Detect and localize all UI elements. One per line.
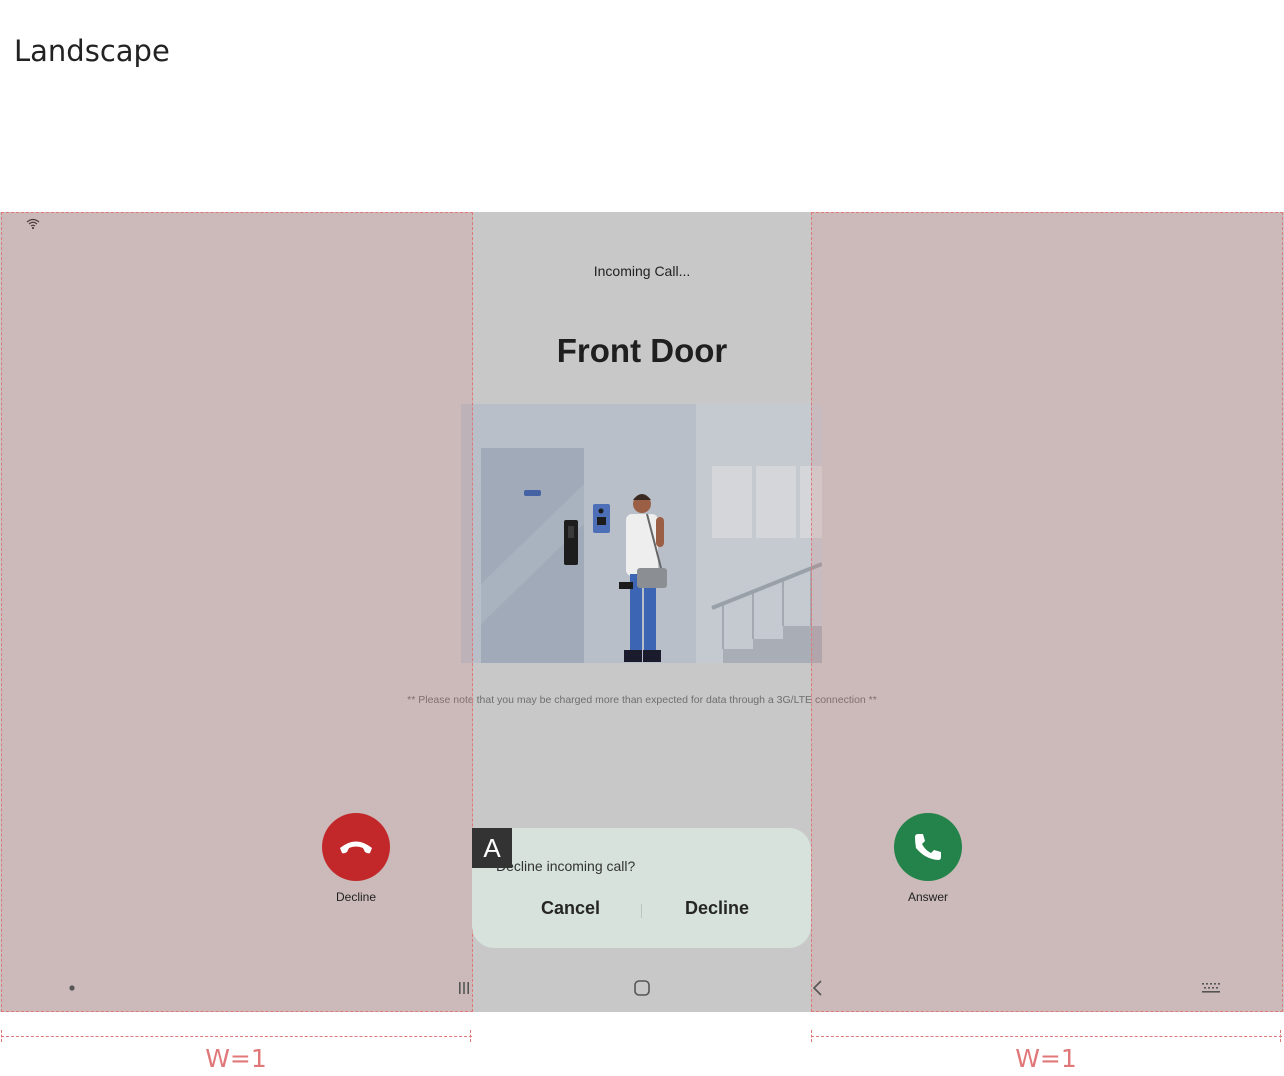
phone-screen: Incoming Call... Front Door ** Please no… — [0, 212, 1284, 1012]
phone-icon — [915, 834, 941, 860]
page-title: Landscape — [14, 34, 170, 68]
left-width-measure — [1, 1030, 472, 1042]
cancel-button[interactable]: Cancel — [541, 898, 600, 919]
annotation-marker: A — [472, 828, 512, 868]
right-width-measure — [811, 1030, 1282, 1042]
decline-label: Decline — [335, 890, 377, 904]
answer-call-button[interactable] — [894, 813, 962, 881]
phone-hangup-icon — [340, 841, 372, 854]
decline-call-button[interactable] — [322, 813, 390, 881]
doorbell-visitor-illustration — [461, 404, 822, 663]
home-icon[interactable] — [633, 979, 651, 997]
dialog-message: Decline incoming call? — [496, 858, 636, 874]
dialog-divider — [641, 904, 642, 918]
dot-icon — [69, 985, 75, 991]
recent-apps-icon[interactable] — [456, 980, 472, 996]
decline-confirm-dialog: Decline incoming call? Cancel Decline — [472, 828, 811, 948]
left-width-label: W=1 — [205, 1044, 267, 1073]
answer-label: Answer — [907, 890, 948, 904]
back-icon[interactable] — [810, 979, 826, 997]
confirm-decline-button[interactable]: Decline — [685, 898, 749, 919]
right-width-label: W=1 — [1015, 1044, 1077, 1073]
keyboard-icon[interactable] — [1200, 981, 1222, 995]
